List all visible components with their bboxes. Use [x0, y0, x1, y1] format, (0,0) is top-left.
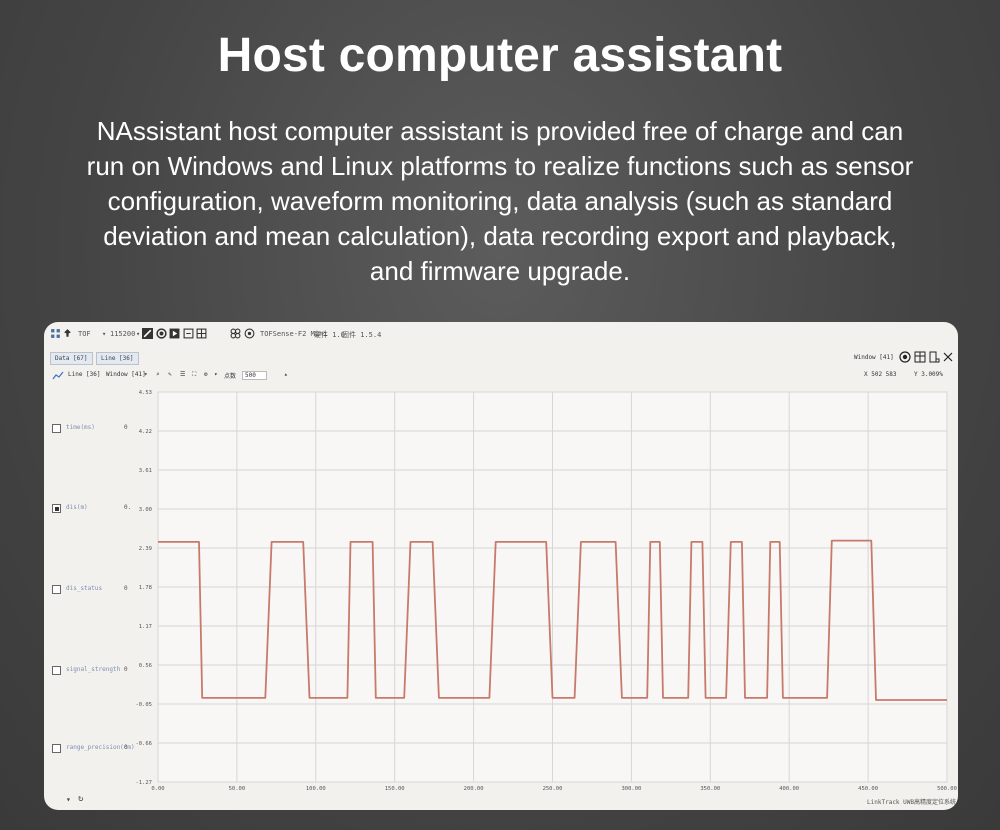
refresh-icon[interactable]: ↻	[78, 794, 83, 804]
chevron-down-icon[interactable]: ▾	[66, 795, 71, 804]
waveform-chart[interactable]: 0.00 50.00 100.00 150.00 200.00 250.00 300.00 3…	[44, 322, 958, 810]
status-bar: ▾ ↻ LinkTrack UWB高精度定位系统	[44, 792, 958, 810]
y-tick-label: 3.00	[139, 507, 152, 513]
app-window: TOF ▾ 115200 ▾ TOFSense-F2 Mini 硬件 1.0 固…	[44, 322, 958, 810]
y-tick-label: 1.78	[139, 585, 152, 591]
y-tick-label: 1.17	[139, 624, 152, 630]
description-line: and firmware upgrade.	[369, 256, 631, 286]
y-tick-label: 2.39	[139, 546, 152, 552]
footer-text: LinkTrack UWB高精度定位系统	[867, 799, 956, 806]
y-tick-label: -0.66	[135, 741, 152, 747]
description: NAssistant host computer assistant is pr…	[20, 114, 980, 289]
description-line: deviation and mean calculation), data re…	[103, 221, 897, 251]
description-line: NAssistant host computer assistant is pr…	[96, 116, 904, 146]
y-tick-label: -0.05	[135, 702, 152, 708]
description-line: configuration, waveform monitoring, data…	[107, 186, 893, 216]
y-tick-label: 4.22	[139, 429, 152, 435]
y-tick-label: 4.53	[139, 390, 152, 396]
page-headline: Host computer assistant	[217, 29, 783, 82]
y-tick-label: 3.61	[139, 468, 152, 474]
y-tick-label: -1.27	[135, 780, 152, 786]
y-tick-label: 0.56	[139, 663, 152, 669]
description-line: run on Windows and Linux platforms to re…	[86, 151, 914, 181]
